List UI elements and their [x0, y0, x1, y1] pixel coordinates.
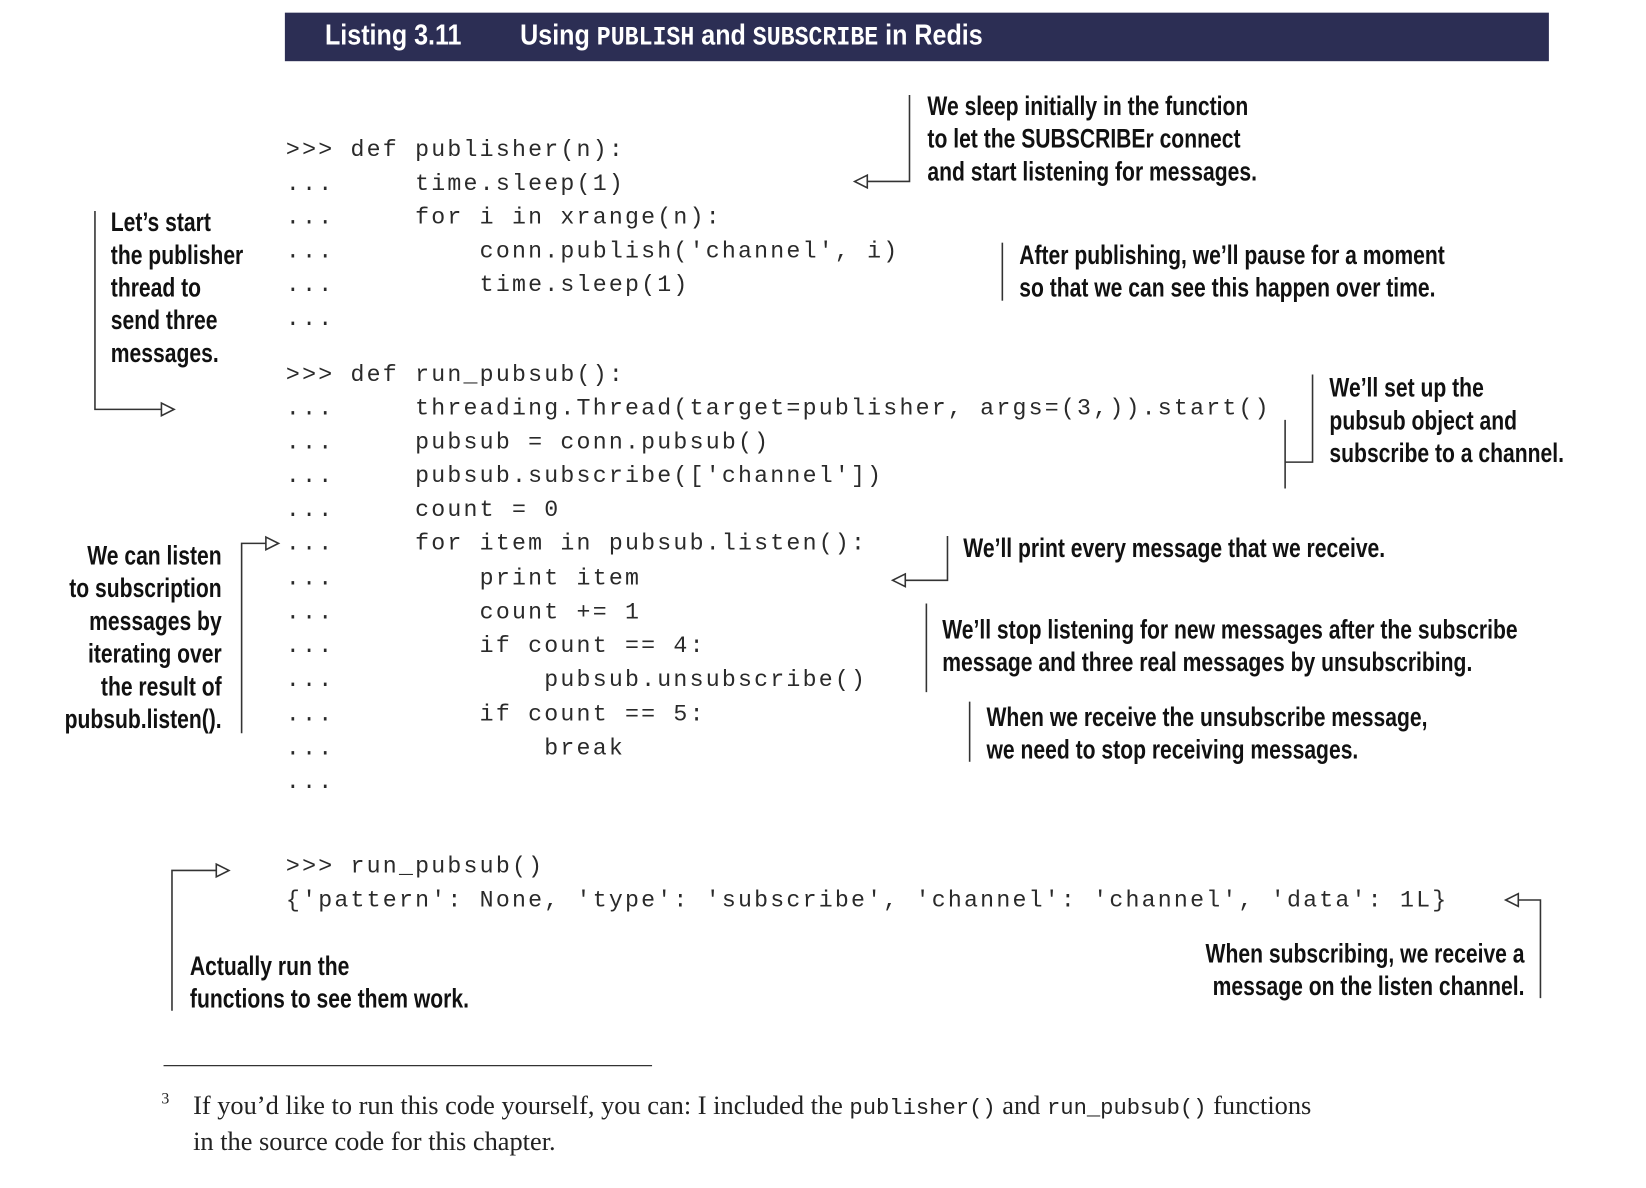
- annotation-line: pubsub.listen().: [64, 704, 222, 735]
- annotation-line: to subscription: [69, 573, 222, 604]
- annotation-setup: We’ll set up the pubsub object and subsc…: [1329, 372, 1564, 470]
- annotation-line: subscribe to a channel.: [1329, 438, 1564, 469]
- annotation-run: Actually run the functions to see them w…: [190, 951, 469, 1016]
- annotation-line: to let the SUBSCRIBEr connect: [927, 124, 1241, 155]
- annotation-line: We sleep initially in the function: [927, 91, 1249, 122]
- annotation-line: and start listening for messages.: [927, 157, 1257, 187]
- arrowhead-icon: [1503, 892, 1520, 908]
- arrowhead-icon: [215, 862, 231, 879]
- annotation-line: We’ll print every message that we receiv…: [963, 533, 1386, 564]
- footnote-line: in the source code for this chapter.: [193, 1127, 556, 1157]
- callout-sleep: [852, 94, 911, 190]
- annotation-line: messages.: [110, 338, 219, 369]
- annotation-unsubscribe: When we receive the unsubscribe message,…: [987, 702, 1428, 767]
- arrowhead-icon: [852, 173, 869, 190]
- annotation-print: We’ll print every message that we receiv…: [963, 533, 1385, 566]
- footnote-text: If you’d like to run this code yourself,…: [193, 1092, 850, 1121]
- annotation-line: When subscribing, we receive a: [1205, 939, 1525, 969]
- annotation-line: message and three real messages by unsub…: [942, 647, 1473, 678]
- annotation-line: When we receive the unsubscribe message,: [986, 702, 1428, 733]
- callout-listen: [240, 535, 281, 734]
- annotation-stop: We’ll stop listening for new messages af…: [942, 614, 1517, 679]
- footnote-code: publisher(): [849, 1097, 996, 1122]
- footnote-marker: 3: [161, 1090, 170, 1108]
- annotation-line: pubsub object and: [1329, 406, 1517, 436]
- annotation-line: message on the listen channel.: [1212, 971, 1525, 1002]
- annotation-sleep: We sleep initially in the function to le…: [927, 91, 1257, 189]
- annotation-line: We’ll set up the: [1329, 373, 1484, 404]
- annotation-line: We can listen: [87, 541, 222, 571]
- annotation-line: so that we can see this happen over time…: [1019, 273, 1436, 303]
- annotation-line: After publishing, we’ll pause for a mome…: [1019, 240, 1445, 271]
- footnote-code: run_pubsub(): [1046, 1097, 1207, 1122]
- annotation-subscribing: When subscribing, we receive a message o…: [1206, 938, 1525, 1003]
- annotation-line: thread to: [110, 273, 202, 303]
- footnote: If you’d like to run this code yourself,…: [193, 1090, 1311, 1159]
- footnote-line: If you’d like to run this code yourself,…: [193, 1090, 1311, 1126]
- annotation-line: Let’s start: [110, 207, 211, 238]
- footnote-text: and: [995, 1092, 1047, 1121]
- annotation-line: the publisher: [110, 240, 244, 271]
- annotation-line: send three: [110, 305, 218, 336]
- footnote-text: functions: [1206, 1092, 1312, 1121]
- annotation-line: messages by: [89, 606, 222, 637]
- annotation-line: functions to see them work.: [189, 984, 469, 1014]
- annotation-line: the result of: [100, 672, 222, 702]
- annotation-line: Actually run the: [189, 951, 350, 982]
- callout-print: [890, 535, 949, 588]
- arrowhead-icon: [890, 572, 907, 588]
- book-page: Listing 3.11 Using PUBLISH and SUBSCRIBE…: [0, 0, 1646, 1188]
- annotation-line: iterating over: [87, 639, 222, 669]
- annotation-start: Let’s start the publisher thread to send…: [111, 207, 243, 371]
- arrowhead-icon: [160, 401, 176, 417]
- callout-setup: [1284, 374, 1314, 489]
- annotation-line: we need to stop receiving messages.: [986, 735, 1359, 765]
- annotation-pause: After publishing, we’ll pause for a mome…: [1019, 240, 1445, 305]
- arrowhead-icon: [265, 535, 281, 551]
- annotation-listen: We can listen to subscription messages b…: [64, 540, 221, 736]
- annotation-line: We’ll stop listening for new messages af…: [942, 615, 1518, 645]
